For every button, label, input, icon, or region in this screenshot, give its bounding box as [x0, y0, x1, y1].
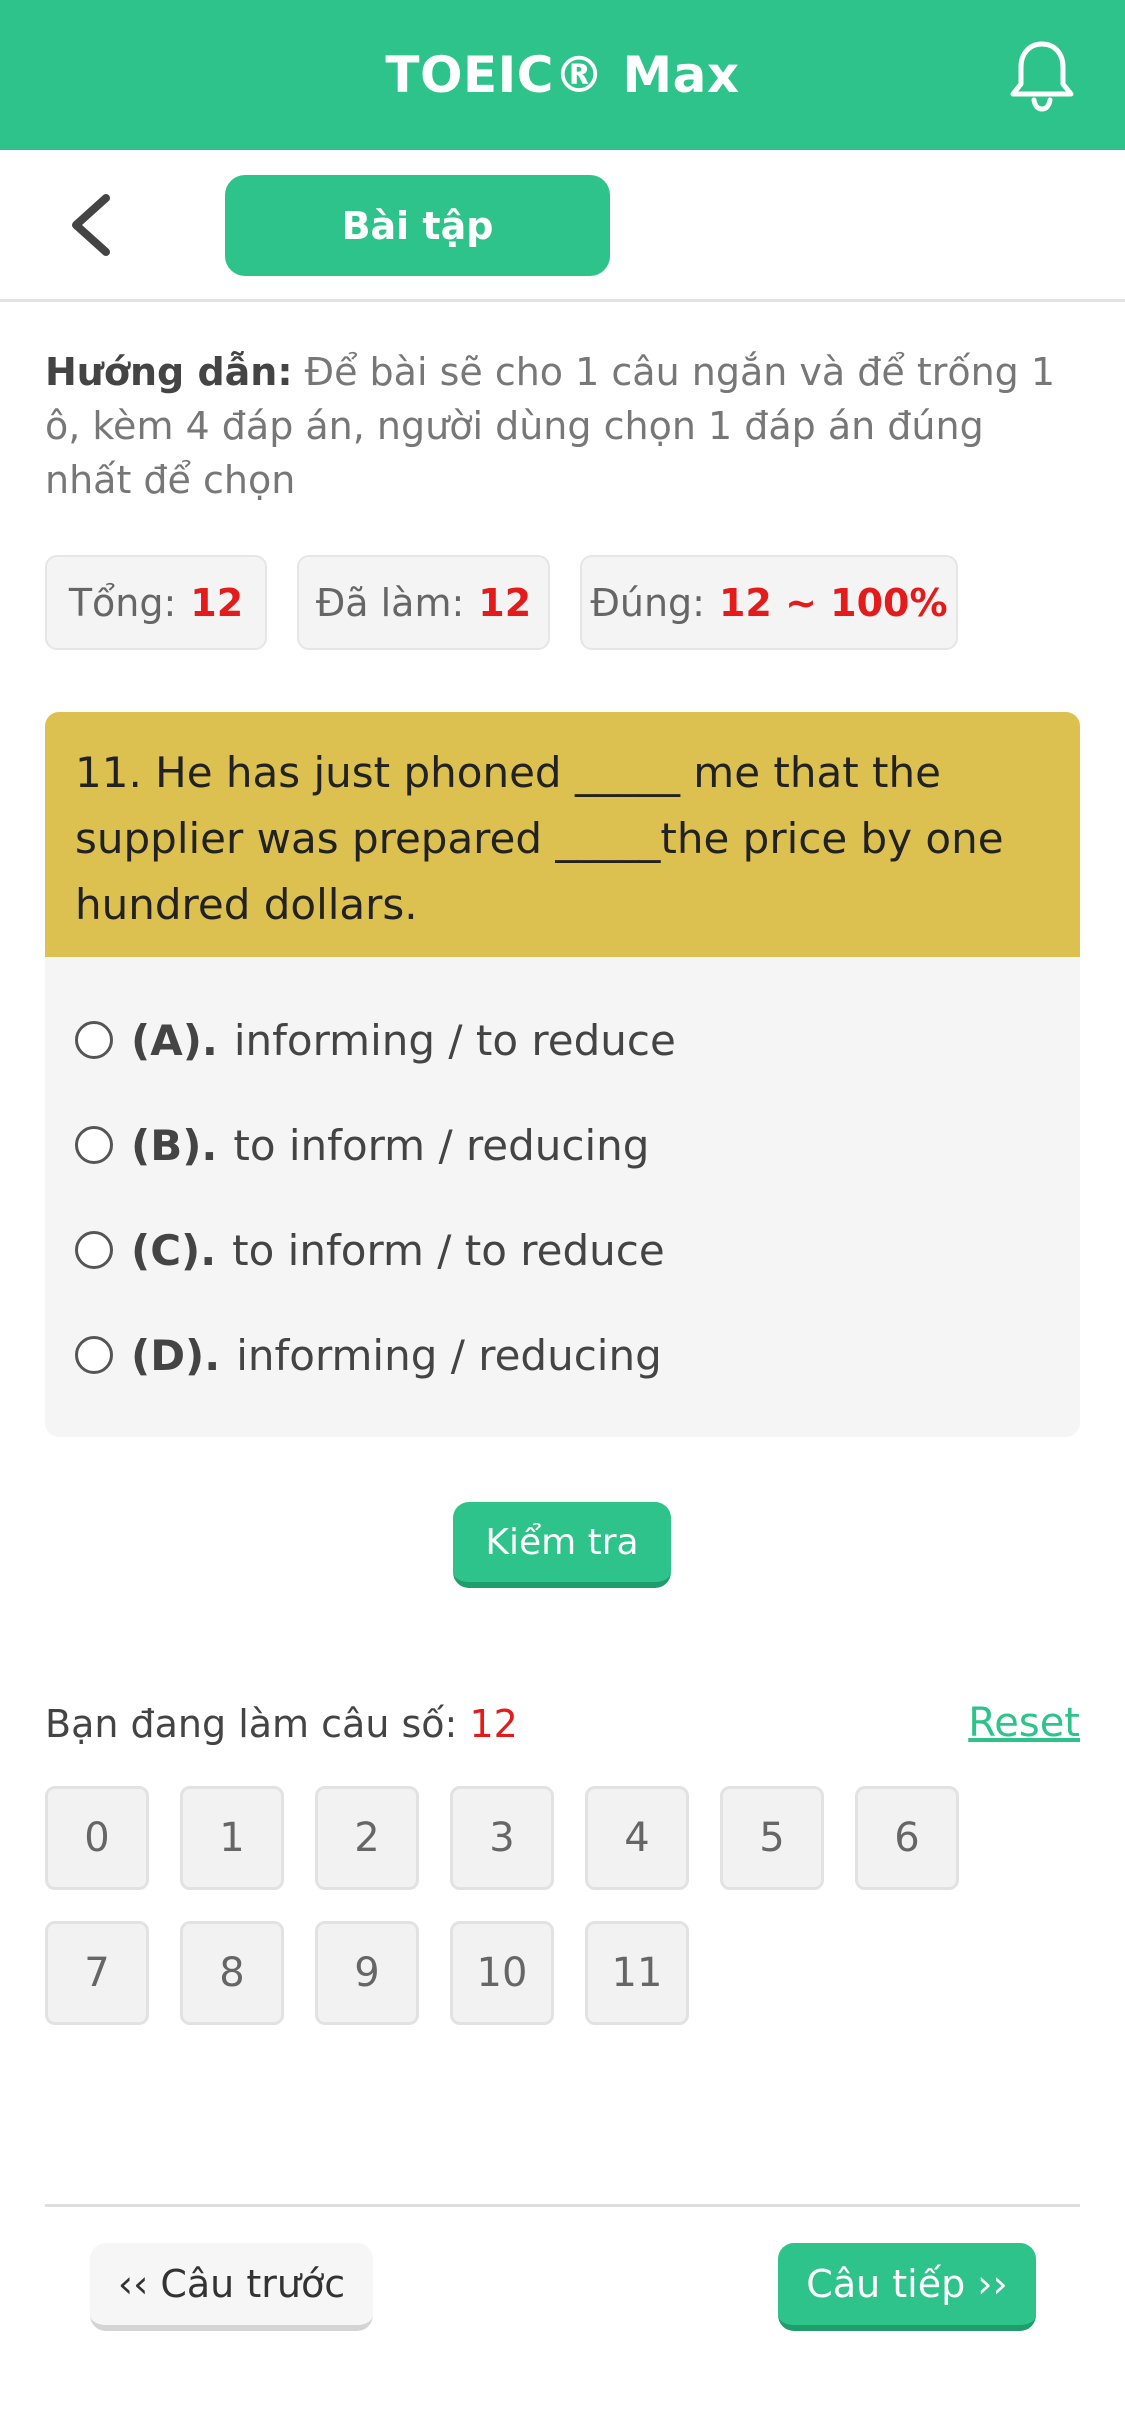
question-number-button[interactable]: 6 [855, 1786, 959, 1890]
question-number-button[interactable]: 1 [180, 1786, 284, 1890]
progress-label: Bạn đang làm câu số: 12 [45, 1702, 518, 1746]
stat-done-label: Đã làm: [315, 580, 465, 625]
reset-link[interactable]: Reset [968, 1700, 1080, 1746]
stat-total-label: Tổng: [68, 580, 177, 625]
question-number-button[interactable]: 4 [585, 1786, 689, 1890]
instruction-text: Hướng dẫn: Để bài sẽ cho 1 câu ngắn và đ… [45, 345, 1080, 507]
option-letter: (A). [131, 1015, 218, 1065]
current-question-number: 12 [469, 1702, 518, 1746]
check-button[interactable]: Kiểm tra [453, 1502, 671, 1588]
stat-done-value: 12 [478, 580, 532, 625]
next-question-button[interactable]: Câu tiếp ›› [778, 2243, 1036, 2331]
option-d[interactable]: (D). informing / reducing [75, 1320, 1035, 1390]
option-letter: (D). [131, 1330, 221, 1380]
instruction-label: Hướng dẫn: [45, 350, 293, 394]
previous-question-button[interactable]: ‹‹ Câu trước [90, 2243, 373, 2331]
stat-correct-value: 12 ~ 100% [718, 580, 948, 625]
stat-total-value: 12 [190, 580, 244, 625]
option-b[interactable]: (B). to inform / reducing [75, 1110, 1035, 1180]
stat-total: Tổng: 12 [45, 555, 267, 650]
bell-icon[interactable] [1007, 38, 1077, 112]
option-c[interactable]: (C). to inform / to reduce [75, 1215, 1035, 1285]
toolbar: Bài tập [0, 150, 1125, 302]
progress-label-text: Bạn đang làm câu số: [45, 1702, 458, 1746]
option-text: to inform / to reduce [232, 1225, 665, 1275]
app-header: TOEIC® Max [0, 0, 1125, 150]
question-number-button[interactable]: 7 [45, 1921, 149, 2025]
question-number-button[interactable]: 9 [315, 1921, 419, 2025]
option-a[interactable]: (A). informing / to reduce [75, 1005, 1035, 1075]
tab-exercise[interactable]: Bài tập [225, 175, 610, 276]
question-number-button[interactable]: 11 [585, 1921, 689, 2025]
chevron-left-icon[interactable] [62, 192, 122, 258]
radio-button[interactable] [75, 1231, 113, 1269]
question-text: 11. He has just phoned _____ me that the… [45, 712, 1080, 957]
question-number-button[interactable]: 5 [720, 1786, 824, 1890]
option-text: informing / reducing [236, 1330, 662, 1380]
app-root: TOEIC® Max Bài tập Hướng dẫn: Để bài sẽ … [0, 0, 1125, 2436]
question-number-button[interactable]: 3 [450, 1786, 554, 1890]
option-text: informing / to reduce [233, 1015, 676, 1065]
question-number-button[interactable]: 8 [180, 1921, 284, 2025]
option-letter: (C). [131, 1225, 217, 1275]
radio-button[interactable] [75, 1126, 113, 1164]
option-text: to inform / reducing [233, 1120, 650, 1170]
stat-done: Đã làm: 12 [297, 555, 550, 650]
app-title: TOEIC® Max [385, 46, 740, 104]
option-letter: (B). [131, 1120, 218, 1170]
radio-button[interactable] [75, 1021, 113, 1059]
stat-correct: Đúng: 12 ~ 100% [580, 555, 958, 650]
answer-options: (A). informing / to reduce (B). to infor… [45, 957, 1080, 1437]
radio-button[interactable] [75, 1336, 113, 1374]
footer-divider [45, 2204, 1080, 2207]
question-number-button[interactable]: 2 [315, 1786, 419, 1890]
stat-correct-label: Đúng: [590, 580, 705, 625]
question-number-button[interactable]: 0 [45, 1786, 149, 1890]
question-number-button[interactable]: 10 [450, 1921, 554, 2025]
